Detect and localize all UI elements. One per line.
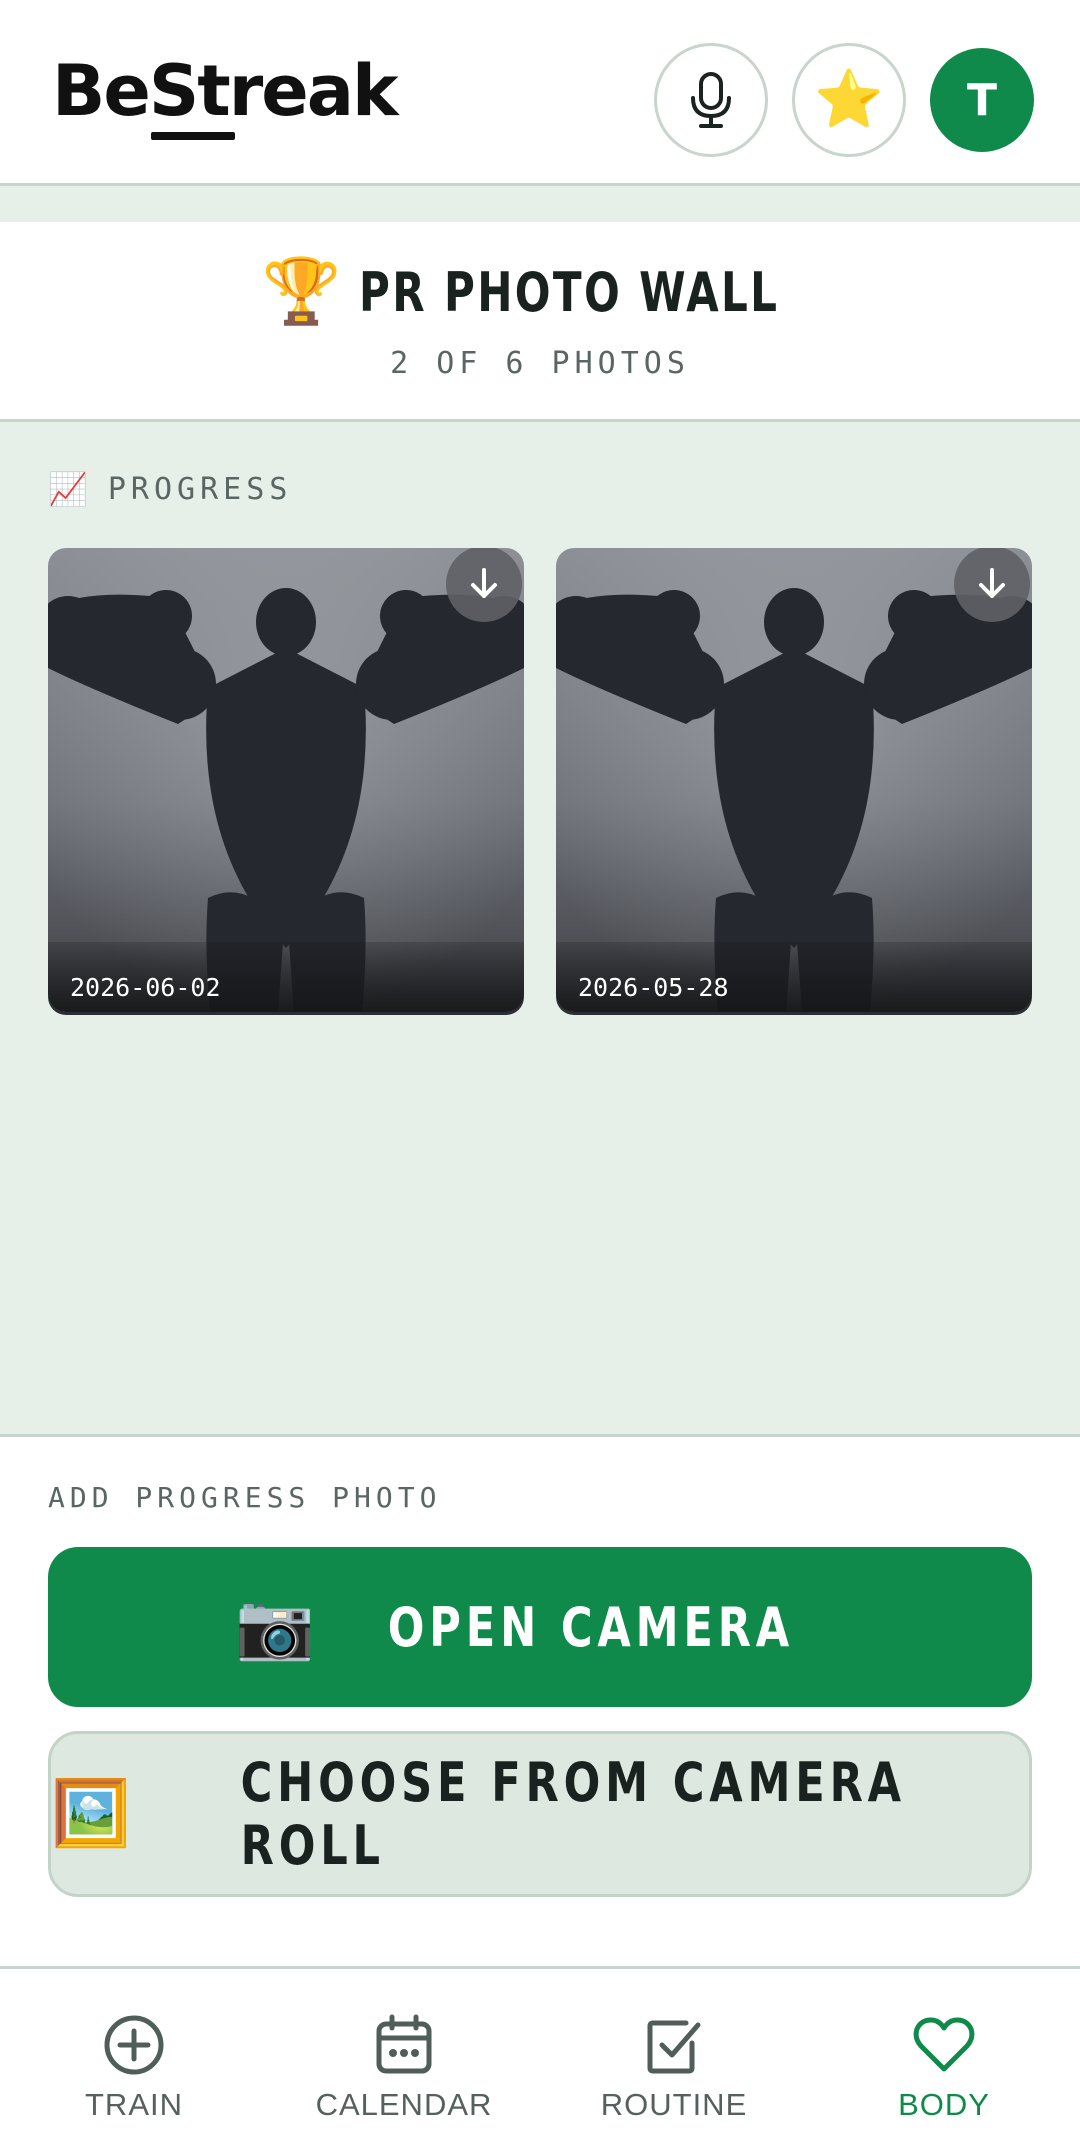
progress-photo[interactable]: 2026-06-02 (48, 548, 524, 1012)
page-title: PR PHOTO WALL (359, 260, 780, 324)
heart-icon (913, 2017, 975, 2072)
app-header: BeStreak ⭐ T (0, 0, 1080, 186)
plus-circle-icon (104, 2015, 164, 2075)
calendar-icon (376, 2014, 432, 2074)
nav-label: BODY (898, 2087, 990, 2122)
user-avatar[interactable]: T (930, 48, 1034, 152)
checkbox-icon (647, 2020, 701, 2074)
open-camera-label: OPEN CAMERA (387, 1595, 794, 1659)
progress-section-label: PROGRESS (107, 471, 293, 507)
camera-icon: 📷 (235, 1590, 315, 1664)
favorites-button[interactable]: ⭐ (792, 43, 906, 157)
nav-label: TRAIN (85, 2087, 183, 2122)
download-button[interactable] (446, 548, 522, 622)
camera-roll-label: CHOOSE FROM CAMERA ROLL (240, 1751, 906, 1877)
download-button[interactable] (954, 548, 1030, 622)
camera-roll-button[interactable]: 🖼️ CHOOSE FROM CAMERA ROLL (48, 1731, 1032, 1897)
nav-item-body[interactable]: BODY (834, 2013, 1054, 2123)
voice-input-button[interactable] (654, 43, 768, 157)
app-logo[interactable]: BeStreak (52, 56, 399, 140)
picture-frame-icon: 🖼️ (51, 1777, 131, 1851)
page-title-card: 🏆 PR PHOTO WALL 2 OF 6 PHOTOS (0, 222, 1080, 422)
photo-count: 2 OF 6 PHOTOS (390, 346, 690, 381)
nav-label: ROUTINE (600, 2087, 748, 2122)
nav-label: CALENDAR (315, 2087, 493, 2122)
microphone-icon (691, 72, 731, 128)
add-photo-panel: ADD PROGRESS PHOTO 📷 OPEN CAMERA 🖼️ CHOO… (0, 1434, 1080, 1968)
chart-trend-icon: 📈 (48, 470, 88, 508)
nav-item-calendar[interactable]: CALENDAR (294, 2013, 514, 2123)
nav-item-train[interactable]: TRAIN (24, 2013, 244, 2123)
trophy-icon: 🏆 (261, 255, 342, 329)
star-icon: ⭐ (814, 67, 884, 132)
nav-item-routine[interactable]: ROUTINE (564, 2013, 784, 2123)
bottom-navigation: TRAIN CALENDAR ROUTINE BODY (0, 1966, 1080, 2155)
add-photo-label: ADD PROGRESS PHOTO (48, 1481, 442, 1514)
progress-section-header: 📈 PROGRESS (48, 470, 292, 508)
photo-date: 2026-06-02 (70, 973, 221, 1002)
progress-photo[interactable]: 2026-05-28 (556, 548, 1032, 1012)
photo-date: 2026-05-28 (578, 973, 729, 1002)
arrow-down-icon (979, 568, 1005, 598)
arrow-down-icon (471, 568, 497, 598)
open-camera-button[interactable]: 📷 OPEN CAMERA (48, 1547, 1032, 1707)
